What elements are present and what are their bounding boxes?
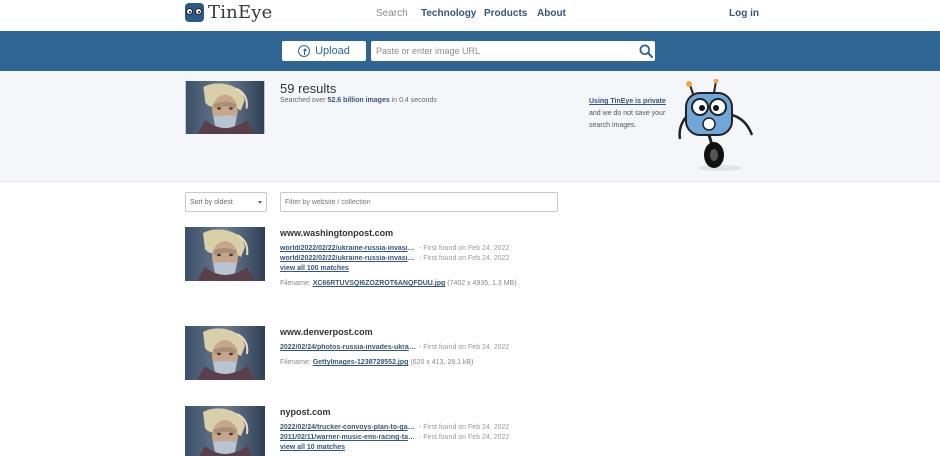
nav-search-link[interactable]: Search (376, 8, 408, 19)
upload-button[interactable]: Upload (282, 41, 366, 61)
login-link[interactable]: Log in (729, 8, 759, 19)
top-navbar: TinEye Search Technology Products About … (0, 0, 940, 31)
nav-about-link[interactable]: About (537, 8, 566, 19)
filename-link[interactable]: GettyImages-1238728552.jpg (313, 359, 409, 366)
upload-label: Upload (315, 45, 350, 57)
view-all-matches-link[interactable]: view all 10 matches (280, 444, 345, 451)
first-found-date: - First found on Feb 24, 2022 (419, 424, 510, 431)
image-url-input[interactable] (371, 41, 655, 61)
result-domain[interactable]: www.washingtonpost.com (280, 228, 393, 238)
result-domain[interactable]: www.denverpost.com (280, 327, 373, 337)
results-count: 59 results (280, 81, 337, 96)
result-link-path[interactable]: 2022/02/24/photos-russia-invades-ukraine… (280, 344, 416, 351)
sort-dropdown[interactable]: Sort by oldest (185, 192, 267, 212)
upload-arrow-icon (298, 45, 311, 57)
result-link: world/2022/02/22/ukraine-russia-invasion… (280, 255, 509, 262)
search-icon[interactable] (639, 44, 653, 58)
result-thumbnail[interactable] (185, 406, 265, 456)
first-found-date: - First found on Feb 24, 2022 (419, 245, 510, 252)
tineye-robot-mascot-icon (678, 79, 754, 171)
file-info: (7402 x 4935, 1.3 MB) (447, 280, 517, 287)
result-link: 2011/02/11/warner-music-emi-racing-talks… (280, 434, 509, 441)
results-meta: Searched over 52.6 billion images in 0.4… (280, 97, 437, 104)
result-link: 2022/02/24/photos-russia-invades-ukraine… (280, 344, 509, 351)
view-all-matches-link[interactable]: view all 100 matches (280, 265, 349, 272)
first-found-date: - First found on Feb 24, 2022 (419, 434, 510, 441)
filename-link[interactable]: XC66RTUVSQI6ZOZROT6ANQFDUU.jpg (313, 280, 446, 287)
result-link-path[interactable]: world/2022/02/22/ukraine-russia-invasion… (280, 255, 416, 262)
search-band: Upload (0, 31, 940, 71)
result-link-path[interactable]: 2022/02/24/trucker-convoys-plan-to-gathe… (280, 424, 416, 431)
result-filename: Filename: XC66RTUVSQI6ZOZROT6ANQFDUU.jpg… (280, 280, 517, 287)
filter-website-input[interactable] (280, 192, 558, 212)
first-found-date: - First found on Feb 24, 2022 (419, 255, 510, 262)
result-thumbnail[interactable] (185, 326, 265, 380)
result-link-path[interactable]: 2011/02/11/warner-music-emi-racing-talks… (280, 434, 416, 441)
images-indexed-count: 52.6 billion images (327, 97, 390, 104)
result-filename: Filename: GettyImages-1238728552.jpg (62… (280, 359, 474, 366)
robot-logo-icon (185, 3, 204, 22)
privacy-notice: Using TinEye is private and we do not sa… (589, 96, 671, 132)
nav-technology-link[interactable]: Technology (421, 8, 476, 19)
result-link: world/2022/02/22/ukraine-russia-invasion… (280, 245, 509, 252)
result-domain[interactable]: nypost.com (280, 407, 331, 417)
chevron-down-icon (258, 200, 262, 204)
first-found-date: - First found on Feb 24, 2022 (419, 344, 510, 351)
result-link: 2022/02/24/trucker-convoys-plan-to-gathe… (280, 424, 509, 431)
tineye-logo[interactable]: TinEye (185, 2, 273, 23)
privacy-link[interactable]: Using TinEye is private (589, 96, 671, 108)
file-info: (620 x 413, 28.1 kB) (410, 359, 474, 366)
nav-products-link[interactable]: Products (484, 8, 527, 19)
result-link-path[interactable]: world/2022/02/22/ukraine-russia-invasion… (280, 245, 416, 252)
query-image-thumbnail[interactable] (185, 81, 265, 134)
result-thumbnail[interactable] (185, 227, 265, 281)
sort-value: Sort by oldest (190, 198, 233, 206)
search-summary: 59 results Searched over 52.6 billion im… (0, 71, 940, 182)
logo-text: TinEye (208, 2, 273, 23)
privacy-text: and we do not save your search images. (589, 110, 666, 129)
